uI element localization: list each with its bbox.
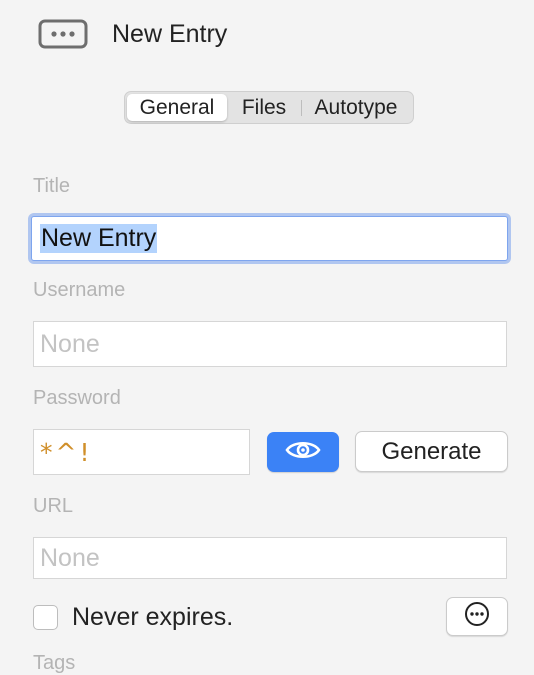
title-label: Title <box>33 175 71 197</box>
generate-button[interactable]: Generate <box>355 431 508 472</box>
url-field[interactable]: None <box>33 537 507 579</box>
tab-bar: General Files Autotype <box>124 91 414 124</box>
username-field[interactable]: None <box>33 321 507 367</box>
password-label: Password <box>33 387 121 409</box>
title-field[interactable]: New Entry <box>31 216 508 261</box>
tab-general[interactable]: General <box>127 94 227 121</box>
tab-autotype[interactable]: Autotype <box>302 94 410 121</box>
never-expires-row: Never expires. <box>33 602 233 632</box>
ellipsis-circle-icon <box>464 601 490 632</box>
reveal-password-button[interactable] <box>267 432 339 472</box>
entry-header: New Entry <box>38 14 227 54</box>
ellipsis-box-icon <box>38 19 88 49</box>
tab-files[interactable]: Files <box>227 94 301 121</box>
never-expires-checkbox[interactable] <box>33 604 58 630</box>
username-placeholder: None <box>40 329 100 358</box>
url-label: URL <box>33 495 74 517</box>
never-expires-label[interactable]: Never expires. <box>72 603 233 632</box>
username-label: Username <box>33 279 126 301</box>
url-placeholder: None <box>40 543 100 572</box>
page-title: New Entry <box>112 19 228 48</box>
password-value: *^! <box>40 437 93 467</box>
more-options-button[interactable] <box>446 597 508 636</box>
title-value: New Entry <box>40 224 158 253</box>
eye-icon <box>285 439 321 466</box>
password-field[interactable]: *^! <box>33 429 250 475</box>
tags-label: Tags <box>33 652 76 674</box>
